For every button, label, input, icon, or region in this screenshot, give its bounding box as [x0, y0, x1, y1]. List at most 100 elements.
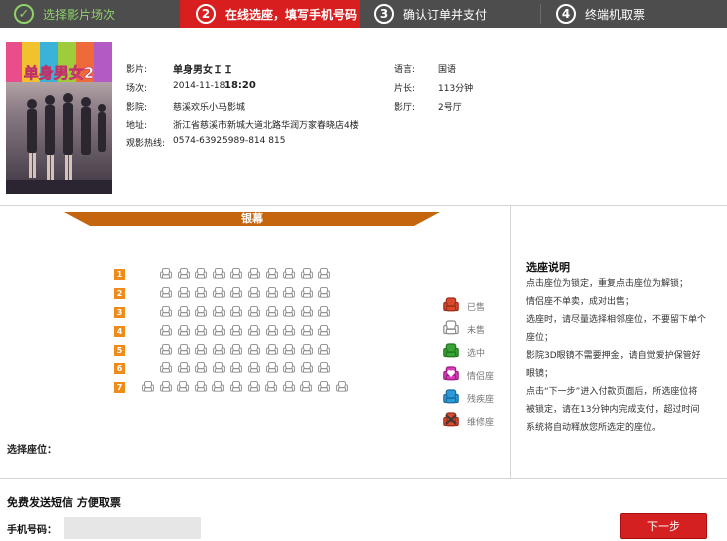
seat-row3-8[interactable] — [283, 306, 296, 317]
seat-row1-10[interactable] — [318, 268, 331, 279]
sms-title: 免费发送短信 方便取票 — [7, 496, 121, 509]
seat-row7-2[interactable] — [159, 381, 172, 392]
seat-row2-4[interactable] — [212, 287, 225, 298]
seat-row5-5[interactable] — [230, 344, 243, 355]
seat-row5-6[interactable] — [248, 344, 260, 355]
seat-row4-3[interactable] — [195, 325, 208, 336]
seat-row2-2[interactable] — [177, 287, 190, 298]
language-label: 语言: — [394, 65, 416, 75]
seat-row5-8[interactable] — [283, 344, 296, 355]
seat-row1-3[interactable] — [195, 268, 208, 279]
seat-row5-3[interactable] — [195, 344, 208, 355]
seat-row7-12[interactable] — [335, 381, 348, 392]
phone-input[interactable] — [64, 517, 201, 539]
instruction-line: 点击“下一步”进入付款页面后，所选座位将被锁定，请在13分钟内完成支付，超过时间… — [526, 387, 700, 433]
seat-row6-10[interactable] — [318, 362, 331, 373]
step-pickup-ticket: 4 终端机取票 — [540, 0, 727, 28]
seat-row3-7[interactable] — [265, 306, 278, 317]
instruction-line: 点击座位为锁定，重复点击座位为解锁； — [526, 279, 689, 289]
seat-row4-10[interactable] — [318, 325, 331, 336]
seat-row7-10[interactable] — [300, 381, 313, 392]
row-number-4: 4 — [114, 326, 125, 337]
seat-row7-7[interactable] — [247, 381, 260, 392]
seat-row1-4[interactable] — [212, 268, 225, 279]
address-label: 地址: — [126, 121, 148, 131]
seat-row1-5[interactable] — [230, 268, 243, 279]
seat-row3-5[interactable] — [230, 306, 243, 317]
seat-row2-10[interactable] — [318, 287, 331, 298]
seat-row3-3[interactable] — [195, 306, 208, 317]
seat-row7-4[interactable] — [194, 381, 207, 392]
seat-row6-7[interactable] — [265, 362, 278, 373]
seat-row2-8[interactable] — [283, 287, 296, 298]
legend-label: 已售 — [467, 303, 486, 313]
seat-row7-9[interactable] — [282, 381, 295, 392]
seat-row3-2[interactable] — [177, 306, 190, 317]
poster-image: 单身男女2 — [6, 42, 112, 194]
seat-row6-5[interactable] — [230, 362, 243, 373]
seat-row1-9[interactable] — [300, 268, 313, 279]
seat-row2-6[interactable] — [248, 287, 260, 298]
seat-row3-1[interactable] — [160, 306, 172, 317]
seat-row2-1[interactable] — [160, 287, 172, 298]
row-number-3: 3 — [114, 307, 125, 318]
seat-row3-10[interactable] — [318, 306, 331, 317]
seat-row5-2[interactable] — [177, 344, 190, 355]
seat-row1-2[interactable] — [177, 268, 190, 279]
seat-row7-1[interactable] — [142, 381, 154, 392]
seat-row6-1[interactable] — [160, 362, 172, 373]
seat-row4-1[interactable] — [160, 325, 172, 336]
seat-row6-3[interactable] — [195, 362, 208, 373]
seat-row6-4[interactable] — [212, 362, 225, 373]
seat-row6-9[interactable] — [300, 362, 313, 373]
couple-seat-icon — [443, 366, 459, 381]
step-label: 选择影片场次 — [43, 7, 116, 22]
seat-row5-10[interactable] — [318, 344, 331, 355]
seat-row6-2[interactable] — [177, 362, 190, 373]
selected-seats-label: 选择座位： — [7, 445, 57, 456]
seat-row5-9[interactable] — [300, 344, 313, 355]
seat-row7-3[interactable] — [177, 381, 190, 392]
showtime-label: 场次: — [126, 84, 148, 94]
seat-row6-6[interactable] — [248, 362, 260, 373]
seat-row4-2[interactable] — [177, 325, 190, 336]
seat-row1-1[interactable] — [160, 268, 172, 279]
seat-row4-6[interactable] — [248, 325, 260, 336]
seat-row2-5[interactable] — [230, 287, 243, 298]
seat-row3-4[interactable] — [212, 306, 225, 317]
sold-seat-icon — [443, 297, 459, 312]
seat-row7-11[interactable] — [318, 381, 330, 392]
seat-row7-6[interactable] — [230, 381, 242, 392]
seat-row3-6[interactable] — [248, 306, 260, 317]
seat-row4-9[interactable] — [300, 325, 313, 336]
next-step-button[interactable]: 下一步 — [620, 513, 707, 539]
seat-row6-8[interactable] — [283, 362, 296, 373]
seat-row4-8[interactable] — [283, 325, 296, 336]
seat-row4-7[interactable] — [265, 325, 278, 336]
seat-row5-4[interactable] — [212, 344, 225, 355]
seat-row5-7[interactable] — [265, 344, 278, 355]
hotline-label: 观影热线: — [126, 139, 166, 149]
instructions-body: 点击座位为锁定，重复点击座位为解锁； 情侣座不单卖，成对出售； 选座时，请尽量选… — [526, 275, 706, 437]
column-divider — [510, 206, 511, 478]
row-number-5: 5 — [114, 345, 125, 356]
seat-row7-5[interactable] — [212, 381, 225, 392]
step-select-showtime[interactable]: ✓ 选择影片场次 — [0, 0, 180, 28]
seat-row5-1[interactable] — [160, 344, 172, 355]
seat-row1-8[interactable] — [283, 268, 296, 279]
instruction-line: 选座时，请尽量选择相邻座位，不要留下单个座位； — [526, 315, 707, 343]
seat-row3-9[interactable] — [300, 306, 313, 317]
legend-label: 维修座 — [467, 418, 495, 428]
seat-row2-3[interactable] — [195, 287, 208, 298]
hall-value: 2号厅 — [438, 103, 462, 113]
seat-row2-9[interactable] — [300, 287, 313, 298]
section-divider — [0, 205, 727, 206]
seat-row7-8[interactable] — [265, 381, 278, 392]
seat-row1-6[interactable] — [248, 268, 260, 279]
seat-row4-4[interactable] — [212, 325, 225, 336]
seat-row2-7[interactable] — [265, 287, 278, 298]
svg-text:单身男女2: 单身男女2 — [24, 64, 94, 82]
seat-row4-5[interactable] — [230, 325, 243, 336]
seat-row1-7[interactable] — [265, 268, 278, 279]
legend-label: 未售 — [467, 326, 486, 336]
